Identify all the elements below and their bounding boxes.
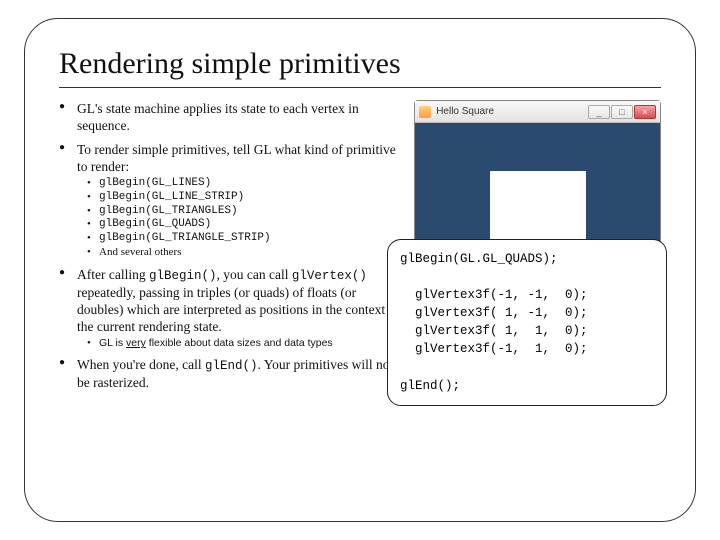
minimize-button[interactable]: _ <box>588 105 610 119</box>
sub-item-5: glBegin(GL_TRIANGLE_STRIP) <box>77 232 404 246</box>
slide-frame: Rendering simple primitives GL's state m… <box>24 18 696 522</box>
title-divider <box>59 87 661 88</box>
bullet-3-sub: GL is very flexible about data sizes and… <box>77 337 404 350</box>
bullet-list: GL's state machine applies its state to … <box>59 100 404 392</box>
bullet-1: GL's state machine applies its state to … <box>59 100 404 135</box>
b3-sub-underline: very <box>126 337 146 349</box>
bullet-3-mid: , you can call <box>217 267 292 282</box>
bullet-4-code: glEnd() <box>205 359 258 373</box>
code-example: glBegin(GL.GL_QUADS); glVertex3f(-1, -1,… <box>387 239 667 406</box>
bullet-3-sublist: GL is very flexible about data sizes and… <box>77 337 404 350</box>
bullet-3-post: repeatedly, passing in triples (or quads… <box>77 285 400 335</box>
left-column: GL's state machine applies its state to … <box>59 100 404 398</box>
sub-item-3: glBegin(GL_TRIANGLES) <box>77 205 404 219</box>
bullet-3-code2: glVertex() <box>292 269 367 283</box>
right-column: Hello Square _ □ × glBegin(GL.GL_QUADS);… <box>414 100 661 398</box>
b3-sub-post: flexible about data sizes and data types <box>146 337 333 349</box>
sub-item-6: And several others <box>77 246 404 260</box>
bullet-4: When you're done, call glEnd(). Your pri… <box>59 356 404 391</box>
bullet-2-sublist: glBegin(GL_LINES) glBegin(GL_LINE_STRIP)… <box>77 177 404 260</box>
close-button[interactable]: × <box>634 105 656 119</box>
slide-title: Rendering simple primitives <box>59 47 661 81</box>
maximize-button[interactable]: □ <box>611 105 633 119</box>
sub-item-1: glBegin(GL_LINES) <box>77 177 404 191</box>
sub-item-2: glBegin(GL_LINE_STRIP) <box>77 191 404 205</box>
bullet-2-text: To render simple primitives, tell GL wha… <box>77 142 396 174</box>
window-title-text: Hello Square <box>436 106 494 117</box>
bullet-4-pre: When you're done, call <box>77 357 205 372</box>
sub-item-4: glBegin(GL_QUADS) <box>77 218 404 232</box>
cup-icon <box>419 106 431 118</box>
bullet-1-text: GL's state machine applies its state to … <box>77 101 359 133</box>
bullet-3-code1: glBegin() <box>149 269 217 283</box>
window-caption-buttons: _ □ × <box>588 105 656 119</box>
bullet-2: To render simple primitives, tell GL wha… <box>59 141 404 260</box>
window-titlebar: Hello Square _ □ × <box>415 101 660 123</box>
content-columns: GL's state machine applies its state to … <box>59 100 661 398</box>
bullet-3: After calling glBegin(), you can call gl… <box>59 266 404 351</box>
b3-sub-pre: GL is <box>99 337 126 349</box>
bullet-3-pre: After calling <box>77 267 149 282</box>
